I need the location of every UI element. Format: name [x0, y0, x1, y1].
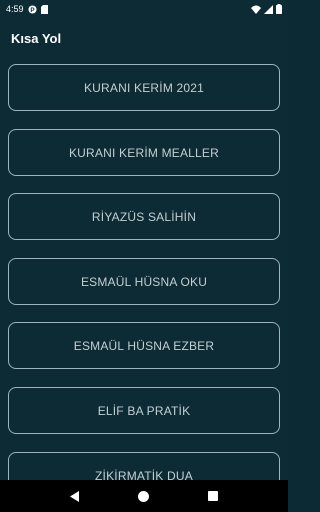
menu-button-label: ESMAÜL HÜSNA OKU — [80, 274, 208, 289]
menu-button-label: ZİKİRMATİK DUA — [95, 468, 193, 481]
menu-button-kurani-kerim-mealler[interactable]: KURANI KERİM MEALLER — [8, 129, 280, 176]
menu-button-elif-ba-pratik[interactable]: ELİF BA PRATİK — [8, 387, 280, 434]
system-nav-bar — [0, 480, 288, 512]
app-title: Kısa Yol — [11, 30, 62, 46]
sd-card-icon — [40, 4, 48, 14]
menu-button-esmaul-husna-ezber[interactable]: ESMAÜL HÜSNA EZBER — [8, 322, 280, 369]
recents-icon[interactable] — [201, 484, 225, 508]
app-notification-icon: P — [27, 4, 37, 14]
svg-text:P: P — [30, 6, 34, 13]
status-bar: 4:59 P — [0, 0, 288, 18]
wifi-icon — [251, 5, 261, 14]
menu-button-kurani-kerim-2021[interactable]: KURANI KERİM 2021 — [8, 64, 280, 111]
menu-button-label: ELİF BA PRATİK — [97, 403, 191, 418]
menu-button-label: RİYAZÜS SALİHİN — [91, 209, 197, 224]
menu-button-riyazus-salihin[interactable]: RİYAZÜS SALİHİN — [8, 193, 280, 240]
app-screen: 4:59 P Kısa Yol KURANI KERİM 2021 KURANI… — [0, 0, 288, 512]
status-time: 4:59 — [6, 4, 24, 14]
shortcut-list[interactable]: KURANI KERİM 2021 KURANI KERİM MEALLER R… — [8, 64, 280, 480]
battery-icon — [276, 4, 282, 14]
app-bar: Kısa Yol — [0, 24, 288, 52]
menu-button-label: KURANI KERİM 2021 — [83, 80, 205, 95]
home-icon[interactable] — [132, 484, 156, 508]
signal-icon — [264, 4, 273, 14]
menu-button-label: KURANI KERİM MEALLER — [68, 145, 220, 160]
menu-button-esmaul-husna-oku[interactable]: ESMAÜL HÜSNA OKU — [8, 258, 280, 305]
menu-button-label: ESMAÜL HÜSNA EZBER — [73, 338, 215, 353]
back-icon[interactable] — [63, 484, 87, 508]
menu-button-zikirmatik-dua[interactable]: ZİKİRMATİK DUA — [8, 452, 280, 480]
